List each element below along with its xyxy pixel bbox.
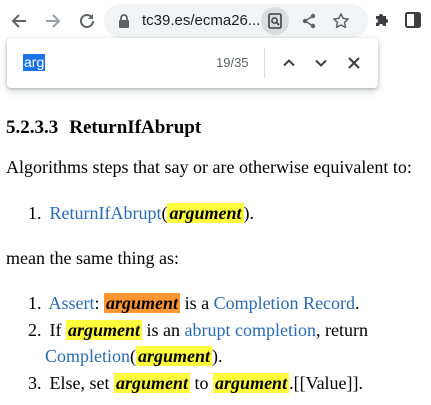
argument-variable[interactable]: argument bbox=[66, 320, 143, 340]
list-item: 3. Else, set argument to argument .[[Valu… bbox=[28, 373, 364, 393]
step-number: 1. bbox=[28, 203, 42, 223]
chevron-up-icon[interactable] bbox=[279, 53, 299, 78]
star-icon[interactable] bbox=[332, 12, 350, 35]
argument-variable[interactable]: argument bbox=[213, 373, 290, 393]
find-input[interactable]: arg bbox=[23, 54, 46, 71]
find-divider bbox=[264, 48, 265, 78]
intro-paragraph: Algorithms steps that say or are otherwi… bbox=[6, 157, 412, 177]
step-number: 2. bbox=[28, 320, 42, 340]
argument-variable[interactable]: argument bbox=[167, 203, 244, 223]
completion-link[interactable]: Completion bbox=[45, 346, 130, 366]
step-number: 3. bbox=[28, 373, 42, 393]
share-icon[interactable] bbox=[301, 13, 317, 34]
forward-arrow-icon[interactable] bbox=[42, 10, 64, 32]
section-number: 5.2.3.3 bbox=[6, 117, 59, 138]
section-heading: 5.2.3.3 ReturnIfAbrupt bbox=[6, 117, 201, 139]
extensions-icon[interactable] bbox=[373, 11, 391, 34]
browser-toolbar: tc39.es/ecma26... bbox=[0, 0, 431, 42]
close-icon[interactable] bbox=[344, 53, 364, 78]
reload-icon[interactable] bbox=[76, 10, 98, 32]
argument-variable[interactable]: argument bbox=[114, 373, 191, 393]
completion-record-link[interactable]: Completion Record bbox=[214, 293, 355, 313]
url-text[interactable]: tc39.es/ecma26... bbox=[142, 12, 262, 29]
mean-paragraph: mean the same thing as: bbox=[6, 248, 179, 268]
section-title: ReturnIfAbrupt bbox=[69, 117, 202, 138]
argument-variable[interactable]: argument bbox=[136, 346, 213, 366]
chevron-down-icon[interactable] bbox=[311, 53, 331, 78]
find-match-count: 19/35 bbox=[216, 55, 249, 70]
assert-link[interactable]: Assert bbox=[49, 293, 95, 313]
list-item-continuation: Completion(argument). bbox=[45, 346, 223, 366]
list-item: 1. ReturnIfAbrupt(argument). bbox=[28, 203, 255, 223]
step-number: 1. bbox=[28, 293, 42, 313]
side-panel-icon[interactable] bbox=[405, 12, 421, 33]
lock-icon[interactable] bbox=[118, 14, 130, 33]
returnifabrupt-link[interactable]: ReturnIfAbrupt bbox=[50, 203, 162, 223]
find-bar: arg 19/35 bbox=[7, 38, 378, 88]
back-arrow-icon[interactable] bbox=[8, 10, 30, 32]
list-item: 1. Assert: argument is a Completion Reco… bbox=[28, 293, 360, 313]
abrupt-completion-link[interactable]: abrupt completion bbox=[185, 320, 316, 340]
argument-variable-current-match[interactable]: argument bbox=[104, 293, 181, 313]
zoom-icon[interactable] bbox=[261, 7, 289, 35]
list-item: 2. If argument is an abrupt completion, … bbox=[28, 320, 368, 340]
address-bar[interactable]: tc39.es/ecma26... bbox=[104, 4, 368, 38]
